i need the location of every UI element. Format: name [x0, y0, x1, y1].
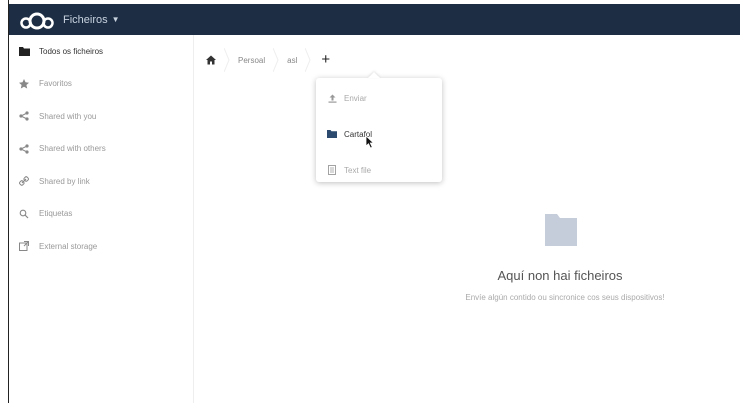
sidebar-item-all-files[interactable]: Todos os ficheiros: [9, 35, 193, 68]
menu-item-label: Text file: [344, 165, 372, 175]
breadcrumb-separator: [271, 48, 281, 72]
caret-down-icon: ▼: [111, 15, 120, 24]
app-name-label: Ficheiros: [63, 13, 108, 26]
sidebar-item-label: External storage: [39, 241, 98, 251]
sidebar-item-label: Shared with others: [39, 144, 106, 154]
app-menu-button[interactable]: Ficheiros ▼: [63, 14, 120, 26]
folder-icon: [545, 212, 577, 248]
text-file-icon: [326, 164, 338, 176]
menu-item-label: Enviar: [344, 93, 367, 103]
folder-icon: [17, 44, 31, 58]
files-app-window: Ficheiros ▼ Todos os ficheiros Favoritos…: [0, 0, 740, 403]
sidebar-item-favorites[interactable]: Favoritos: [9, 68, 193, 101]
empty-state-subtitle: Envíe algún contido ou sincronice cos se…: [465, 293, 665, 302]
tag-icon: [17, 207, 31, 221]
menu-item-folder[interactable]: Cartafol: [316, 118, 442, 150]
sidebar-item-label: Etiquetas: [39, 209, 73, 219]
home-icon[interactable]: [200, 48, 222, 72]
folder-icon: [326, 128, 338, 140]
breadcrumb-item-asl[interactable]: asl: [281, 48, 303, 72]
sidebar-item-label: Shared with you: [39, 111, 97, 121]
menu-item-text-file[interactable]: Text file: [316, 154, 442, 186]
plus-icon[interactable]: +: [313, 48, 338, 72]
share-icon: [17, 142, 31, 156]
top-header: Ficheiros ▼: [9, 4, 740, 35]
sidebar-item-label: Favoritos: [39, 79, 72, 89]
breadcrumb: Persoal asl +: [200, 48, 338, 72]
sidebar-item-external-storage[interactable]: External storage: [9, 230, 193, 263]
star-icon: [17, 77, 31, 91]
empty-state-title: Aquí non hai ficheiros: [497, 268, 623, 283]
sidebar: Todos os ficheiros Favoritos Shared with…: [9, 35, 194, 403]
sidebar-item-shared-by-link[interactable]: Shared by link: [9, 165, 193, 198]
cloud-logo-icon[interactable]: [17, 9, 61, 31]
sidebar-item-label: Todos os ficheiros: [39, 46, 104, 56]
new-file-menu: Enviar Cartafol Text file: [316, 78, 442, 182]
upload-icon: [326, 92, 338, 104]
mouse-pointer-icon: [365, 135, 375, 149]
breadcrumb-separator: [222, 48, 232, 72]
sidebar-item-shared-with-you[interactable]: Shared with you: [9, 100, 193, 133]
share-icon: [17, 109, 31, 123]
sidebar-item-shared-with-others[interactable]: Shared with others: [9, 133, 193, 166]
breadcrumb-item-persoal[interactable]: Persoal: [232, 48, 271, 72]
menu-item-upload[interactable]: Enviar: [316, 82, 442, 114]
sidebar-item-tags[interactable]: Etiquetas: [9, 198, 193, 231]
breadcrumb-separator: [303, 48, 313, 72]
link-icon: [17, 174, 31, 188]
sidebar-item-label: Shared by link: [39, 176, 90, 186]
external-storage-icon: [17, 239, 31, 253]
